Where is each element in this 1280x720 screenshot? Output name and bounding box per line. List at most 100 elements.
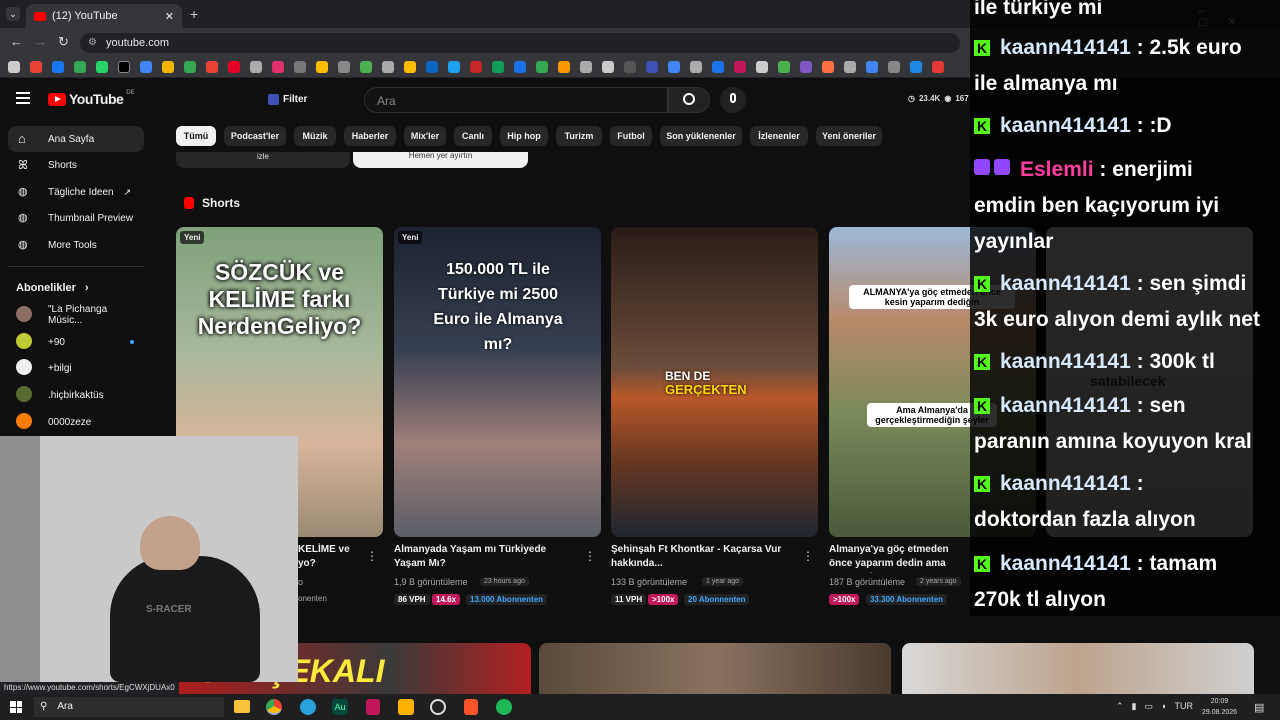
subscriptions-heading[interactable]: Abonelikler › — [16, 282, 89, 294]
bookmark-icon[interactable] — [206, 61, 218, 73]
bookmark-icon[interactable] — [360, 61, 372, 73]
more-actions-icon[interactable]: ⋮ — [584, 549, 596, 563]
bookmark-icon[interactable] — [514, 61, 526, 73]
bookmark-icon[interactable] — [426, 61, 438, 73]
bookmark-icon[interactable] — [140, 61, 152, 73]
tab-search-icon[interactable]: ⌄ — [6, 7, 20, 21]
chip-all[interactable]: Tümü — [176, 126, 216, 146]
chrome-icon[interactable] — [266, 699, 282, 715]
chip-tourism[interactable]: Turizm — [556, 126, 602, 146]
short-thumbnail[interactable]: BEN DE GERÇEKTEN — [611, 227, 818, 537]
bookmark-icon[interactable] — [404, 61, 416, 73]
bookmark-icon[interactable] — [712, 61, 724, 73]
bookmark-icon[interactable] — [580, 61, 592, 73]
bookmark-icon[interactable] — [888, 61, 900, 73]
bookmark-icon[interactable] — [272, 61, 284, 73]
video-thumbnail[interactable] — [539, 643, 891, 694]
app-icon[interactable] — [366, 699, 380, 715]
sidebar-item-daily-ideas[interactable]: ◍ Tägliche Ideen ↗ — [8, 179, 144, 205]
bookmark-icon[interactable] — [8, 61, 20, 73]
short-title[interactable]: Almanyada Yaşam mı Türkiyede Yaşam Mı? — [394, 543, 574, 571]
bookmark-icon[interactable] — [448, 61, 460, 73]
chip-new-suggestions[interactable]: Yeni öneriler — [816, 126, 882, 146]
bookmark-icon[interactable] — [624, 61, 636, 73]
bookmark-icon[interactable] — [822, 61, 834, 73]
bookmark-icon[interactable] — [844, 61, 856, 73]
obs-icon[interactable] — [430, 699, 446, 715]
sidebar-subscription[interactable]: +bilgi — [8, 355, 144, 381]
mic-tray-icon[interactable]: ▮ — [1132, 701, 1137, 712]
short-title[interactable]: Şehinşah Ft Khontkar - Kaçarsa Vur hakkı… — [611, 543, 791, 571]
sidebar-item-thumbnail-preview[interactable]: ◍ Thumbnail Preview — [8, 205, 144, 231]
bookmark-icon[interactable] — [52, 61, 64, 73]
sidebar-subscription[interactable]: +90 — [8, 329, 144, 355]
clock[interactable]: 20:09 29.08.2026 — [1202, 696, 1237, 718]
reload-icon[interactable]: ↻ — [58, 34, 69, 50]
chip-music[interactable]: Müzik — [294, 126, 336, 146]
more-actions-icon[interactable]: ⋮ — [802, 549, 814, 563]
voice-search-button[interactable] — [720, 87, 746, 113]
network-icon[interactable]: ▭ — [1145, 701, 1154, 712]
back-icon[interactable]: ← — [10, 34, 23, 49]
prev-row-button[interactable]: izle — [176, 152, 350, 168]
bookmark-icon[interactable] — [602, 61, 614, 73]
bookmark-icon[interactable] — [118, 61, 130, 73]
chip-football[interactable]: Futbol — [610, 126, 652, 146]
youtube-logo[interactable]: YouTube DE — [48, 90, 135, 107]
telegram-icon[interactable] — [300, 699, 316, 715]
address-field[interactable]: ⚙ youtube.com — [80, 33, 960, 53]
bookmark-icon[interactable] — [228, 61, 240, 73]
short-thumbnail[interactable]: Yeni 150.000 TL ile Türkiye mi 2500 Euro… — [394, 227, 601, 537]
video-thumbnail[interactable] — [902, 643, 1254, 694]
forward-icon[interactable]: → — [34, 34, 47, 49]
bookmark-icon[interactable] — [734, 61, 746, 73]
bookmark-icon[interactable] — [162, 61, 174, 73]
file-explorer-icon[interactable] — [234, 700, 250, 713]
bookmark-icon[interactable] — [382, 61, 394, 73]
bookmark-icon[interactable] — [470, 61, 482, 73]
tab-youtube[interactable]: (12) YouTube ✕ — [26, 4, 182, 28]
bookmark-icon[interactable] — [184, 61, 196, 73]
bookmark-icon[interactable] — [316, 61, 328, 73]
taskbar-search[interactable]: ⚲ Ara — [34, 697, 224, 717]
bookmark-icon[interactable] — [536, 61, 548, 73]
short-title[interactable]: KELİME ve yo? — [298, 543, 368, 571]
chip-mixes[interactable]: Mix'ler — [404, 126, 446, 146]
bookmark-icon[interactable] — [646, 61, 658, 73]
notifications-icon[interactable]: ▤ — [1254, 701, 1264, 714]
chip-hiphop[interactable]: Hip hop — [500, 126, 548, 146]
chip-news[interactable]: Haberler — [344, 126, 396, 146]
language-indicator[interactable]: TUR — [1174, 701, 1193, 712]
menu-icon[interactable] — [16, 92, 30, 104]
new-tab-icon[interactable]: + — [190, 6, 198, 22]
brave-icon[interactable] — [464, 699, 478, 715]
bookmark-icon[interactable] — [756, 61, 768, 73]
sidebar-item-home[interactable]: ⌂ Ana Sayfa — [8, 126, 144, 152]
bookmark-icon[interactable] — [250, 61, 262, 73]
bookmark-icon[interactable] — [558, 61, 570, 73]
bookmark-icon[interactable] — [800, 61, 812, 73]
tab-close-icon[interactable]: ✕ — [165, 10, 174, 23]
more-actions-icon[interactable]: ⋮ — [366, 549, 378, 563]
prev-row-button[interactable]: Hemen yer ayırtın — [353, 152, 528, 168]
chevron-up-icon[interactable]: ⌃ — [1116, 701, 1124, 712]
bookmark-icon[interactable] — [910, 61, 922, 73]
chip-podcasts[interactable]: Podcast'ler — [224, 126, 286, 146]
site-info-icon[interactable]: ⚙ — [88, 33, 97, 53]
bookmark-icon[interactable] — [932, 61, 944, 73]
chip-watched[interactable]: İzlenenler — [750, 126, 808, 146]
sidebar-subscription[interactable]: "La Pichanga Músic... — [8, 302, 144, 328]
sidebar-subscription[interactable]: .hiçbirkaktüs — [8, 382, 144, 408]
bookmark-icon[interactable] — [294, 61, 306, 73]
windows-start-icon[interactable] — [10, 701, 22, 713]
search-button[interactable] — [668, 87, 710, 113]
app-icon[interactable] — [398, 699, 414, 715]
spotify-icon[interactable] — [496, 699, 512, 715]
bookmark-icon[interactable] — [96, 61, 108, 73]
bookmark-icon[interactable] — [866, 61, 878, 73]
bookmark-icon[interactable] — [778, 61, 790, 73]
bookmark-icon[interactable] — [668, 61, 680, 73]
audition-icon[interactable]: Au — [332, 699, 348, 715]
chip-recently-uploaded[interactable]: Son yüklenenler — [660, 126, 742, 146]
sidebar-item-more-tools[interactable]: ◍ More Tools — [8, 232, 144, 258]
